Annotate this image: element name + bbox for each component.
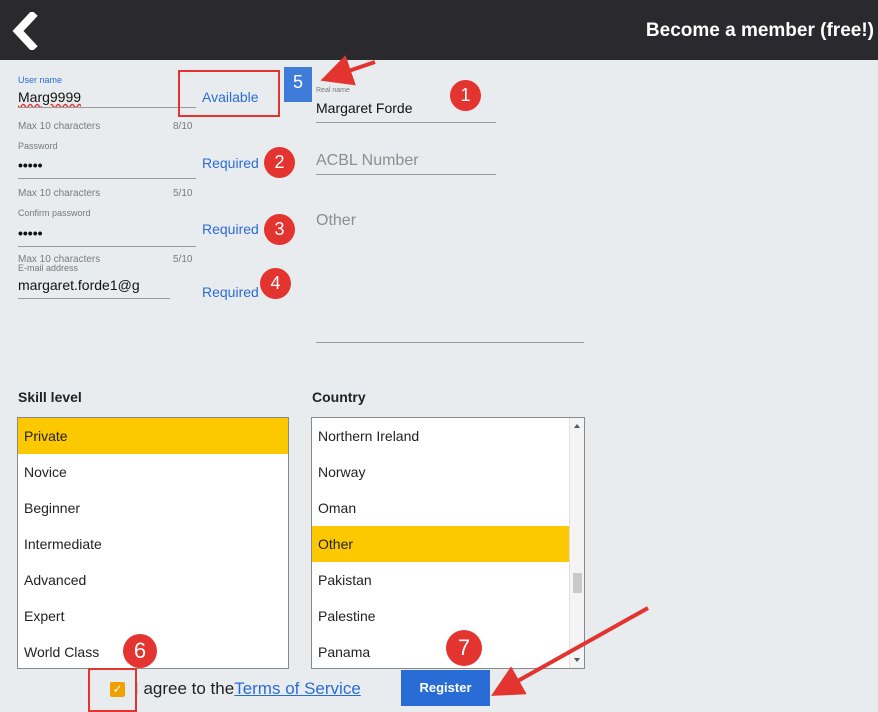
skill-level-list[interactable]: Private Novice Beginner Intermediate Advance… bbox=[17, 417, 289, 669]
terms-text: I agree to the bbox=[134, 679, 235, 698]
skill-option[interactable]: Advanced bbox=[18, 562, 288, 598]
skill-option[interactable]: Novice bbox=[18, 454, 288, 490]
real-name-label: Real name bbox=[316, 87, 350, 94]
skill-option[interactable]: Intermediate bbox=[18, 526, 288, 562]
acbl-number-input[interactable]: ACBL Number bbox=[316, 152, 496, 175]
confirm-password-label: Confirm password bbox=[18, 208, 91, 218]
other-textarea[interactable]: Other bbox=[316, 212, 584, 343]
annotation-badge-7: 7 bbox=[446, 630, 482, 666]
username-hint: Max 10 characters bbox=[18, 121, 101, 132]
confirm-password-input[interactable]: ••••• bbox=[18, 225, 196, 247]
annotation-badge-4: 4 bbox=[260, 268, 291, 299]
annotation-badge-3: 3 bbox=[264, 214, 295, 245]
skill-option[interactable]: Beginner bbox=[18, 490, 288, 526]
page-title: Become a member (free!) bbox=[645, 20, 874, 41]
skill-option[interactable]: Expert bbox=[18, 598, 288, 634]
country-option[interactable]: Pakistan bbox=[312, 562, 584, 598]
scroll-up-arrow-icon[interactable] bbox=[574, 424, 580, 428]
country-items: Northern Ireland Norway Oman Other Pakistan P… bbox=[312, 418, 584, 668]
country-scrollbar[interactable] bbox=[569, 418, 584, 668]
terms-of-service-link[interactable]: Terms of Service bbox=[234, 679, 361, 698]
register-button[interactable]: Register bbox=[401, 670, 490, 706]
country-option[interactable]: Northern Ireland bbox=[312, 418, 584, 454]
username-input[interactable]: Marg9999 bbox=[18, 89, 196, 108]
annotation-badge-2: 2 bbox=[264, 147, 295, 178]
username-value: Marg9999 bbox=[18, 89, 82, 105]
skill-option[interactable]: Private bbox=[18, 418, 288, 454]
country-option[interactable]: Norway bbox=[312, 454, 584, 490]
skill-level-label: Skill level bbox=[18, 389, 82, 405]
scroll-down-arrow-icon[interactable] bbox=[574, 658, 580, 662]
password-input[interactable]: ••••• bbox=[18, 157, 196, 179]
username-count: 8/10 bbox=[173, 121, 193, 132]
country-label: Country bbox=[312, 389, 366, 405]
checkbox-highlight-box bbox=[88, 668, 137, 712]
country-option[interactable]: Oman bbox=[312, 490, 584, 526]
scroll-thumb[interactable] bbox=[573, 573, 582, 593]
back-button[interactable] bbox=[8, 10, 42, 52]
password-hint: Max 10 characters bbox=[18, 188, 101, 199]
password-label: Password bbox=[18, 141, 58, 151]
annotation-badge-6: 6 bbox=[123, 634, 157, 668]
annotation-badge-5: 5 bbox=[284, 67, 312, 102]
terms-row: I agree to theTerms of Service bbox=[134, 679, 361, 699]
country-option[interactable]: Other bbox=[312, 526, 584, 562]
confirm-password-status: Required bbox=[202, 221, 258, 237]
arrow-to-badge-5 bbox=[320, 55, 376, 86]
email-status: Required bbox=[202, 284, 258, 300]
password-status: Required bbox=[202, 155, 258, 171]
country-option[interactable]: Palestine bbox=[312, 598, 584, 634]
password-count: 5/10 bbox=[173, 188, 193, 199]
country-list[interactable]: Northern Ireland Norway Oman Other Pakistan P… bbox=[311, 417, 585, 669]
email-input[interactable]: margaret.forde1@g bbox=[18, 277, 170, 299]
available-highlight-box bbox=[178, 70, 280, 117]
confirm-password-count: 5/10 bbox=[173, 254, 193, 265]
annotation-badge-1: 1 bbox=[450, 80, 481, 111]
header-bar: Become a member (free!) bbox=[0, 0, 878, 60]
chevron-left-icon bbox=[12, 10, 38, 52]
email-label: E-mail address bbox=[18, 263, 79, 273]
username-label: User name bbox=[18, 75, 63, 85]
